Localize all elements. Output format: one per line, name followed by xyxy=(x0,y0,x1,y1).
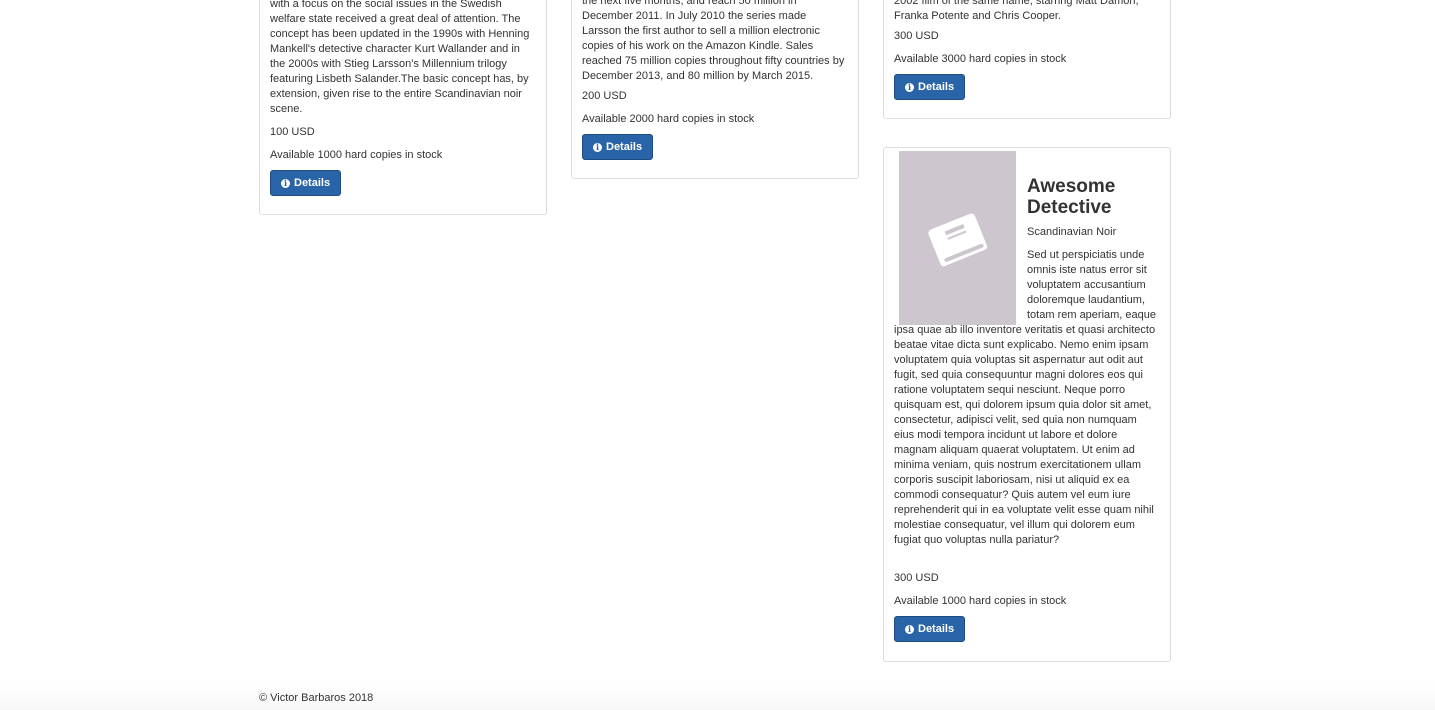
info-icon: i xyxy=(905,624,914,634)
book-card: the next five months, and reach 50 milli… xyxy=(571,0,859,179)
details-label: Details xyxy=(918,81,955,93)
details-label: Details xyxy=(606,141,643,153)
book-description: with a focus on the social issues in the… xyxy=(270,0,530,115)
book-card: 2002 film of the same name, starring Mat… xyxy=(883,0,1171,119)
details-label: Details xyxy=(918,623,955,635)
book-description: 2002 film of the same name, starring Mat… xyxy=(894,0,1139,22)
book-description-block: Sed ut perspiciatis unde omnis iste natu… xyxy=(894,248,1158,548)
info-icon: i xyxy=(593,142,602,152)
book-stock: Available 1000 hard copies in stock xyxy=(270,149,443,161)
book-title: Awesome Detective xyxy=(1027,176,1116,218)
details-button[interactable]: i Details xyxy=(582,134,654,160)
book-card: with a focus on the social issues in the… xyxy=(259,0,547,215)
book-stock: Available 1000 hard copies in stock xyxy=(894,595,1067,607)
footer xyxy=(0,685,1435,710)
book-price: 300 USD xyxy=(894,30,939,42)
details-label: Details xyxy=(294,177,331,189)
book-price: 200 USD xyxy=(582,90,627,102)
details-button[interactable]: i Details xyxy=(270,170,342,196)
footer-copyright: © Victor Barbaros 2018 xyxy=(259,692,374,704)
book-description: the next five months, and reach 50 milli… xyxy=(582,0,845,82)
book-stock: Available 3000 hard copies in stock xyxy=(894,53,1067,65)
details-button[interactable]: i Details xyxy=(894,616,966,642)
book-stock: Available 2000 hard copies in stock xyxy=(582,113,755,125)
details-button[interactable]: i Details xyxy=(894,74,966,100)
book-genre: Scandinavian Noir xyxy=(1027,226,1117,238)
book-card: Awesome Detective Scandinavian Noir Sed … xyxy=(883,147,1171,662)
book-price: 300 USD xyxy=(894,572,939,584)
info-icon: i xyxy=(281,178,290,188)
book-price: 100 USD xyxy=(270,126,315,138)
info-icon: i xyxy=(905,82,914,92)
